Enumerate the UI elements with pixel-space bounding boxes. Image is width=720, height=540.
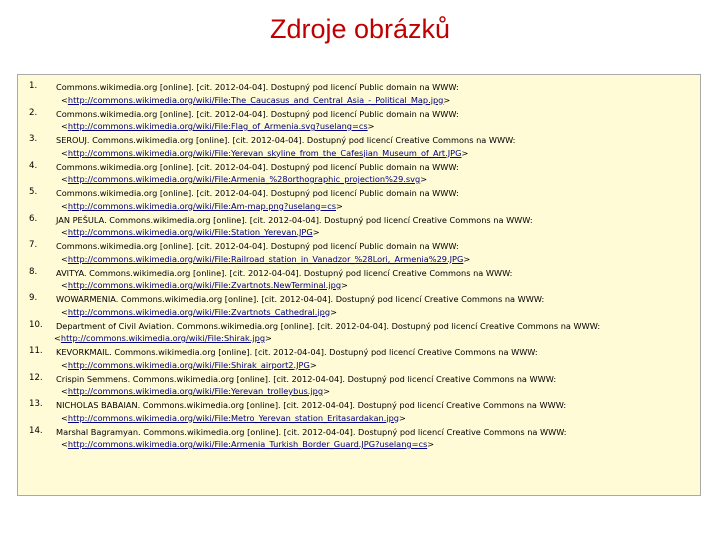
reference-text: AVITYA. Commons.wikimedia.org [online]. … — [56, 267, 513, 278]
reference-link[interactable]: http://commons.wikimedia.org/wiki/File:M… — [68, 413, 399, 423]
reference-item: 6. JAN PEŠULA. Commons.wikimedia.org [onl… — [18, 214, 700, 241]
reference-link-line: <http://commons.wikimedia.org/wiki/File:… — [61, 439, 435, 449]
reference-item: 5. Commons.wikimedia.org [online]. [cit. … — [18, 187, 700, 214]
reference-link-line: <http://commons.wikimedia.org/wiki/File:… — [61, 200, 343, 211]
page-title: Zdroje obrázků — [269, 14, 451, 44]
reference-link[interactable]: http://commons.wikimedia.org/wiki/File:S… — [68, 360, 310, 370]
reference-item: 3. SEROUJ. Commons.wikimedia.org [online]… — [18, 134, 700, 161]
reference-link-line: <http://commons.wikimedia.org/wiki/File:… — [61, 227, 320, 237]
reference-link[interactable]: http://commons.wikimedia.org/wiki/File:A… — [68, 439, 427, 449]
reference-link-line: <http://commons.wikimedia.org/wiki/File:… — [61, 94, 451, 105]
reference-number: 12. — [29, 372, 43, 383]
reference-item: 10. Department of Civil Aviation. Commons… — [18, 320, 700, 347]
reference-item: 7. Commons.wikimedia.org [online]. [cit. … — [18, 240, 700, 267]
reference-text: SEROUJ. Commons.wikimedia.org [online]. … — [56, 135, 516, 145]
reference-number: 6. — [29, 213, 38, 224]
reference-text: Marshal Bagramyan. Commons.wikimedia.org… — [56, 426, 567, 437]
reference-item: 9. WOWARMENIA. Commons.wikimedia.org [onl… — [18, 293, 700, 320]
reference-link[interactable]: http://commons.wikimedia.org/wiki/File:T… — [68, 95, 444, 105]
reference-link[interactable]: http://commons.wikimedia.org/wiki/File:A… — [68, 201, 336, 211]
reference-link-line: <http://commons.wikimedia.org/wiki/File:… — [61, 306, 337, 317]
reference-link[interactable]: http://commons.wikimedia.org/wiki/File:Y… — [68, 148, 462, 158]
reference-link-line: <http://commons.wikimedia.org/wiki/File:… — [61, 280, 348, 290]
reference-item: 1. Commons.wikimedia.org [online]. [cit. … — [18, 81, 700, 108]
reference-text: Commons.wikimedia.org [online]. [cit. 20… — [56, 82, 459, 92]
reference-text: NICHOLAS BABAIAN. Commons.wikimedia.org … — [56, 400, 567, 410]
reference-number: 5. — [29, 187, 38, 197]
reference-link[interactable]: http://commons.wikimedia.org/wiki/File:Y… — [68, 386, 323, 396]
references-box: 1. Commons.wikimedia.org [online]. [cit. … — [17, 74, 701, 496]
reference-link-line: <http://commons.wikimedia.org/wiki/File:… — [61, 359, 317, 370]
reference-gap — [18, 451, 700, 453]
reference-number: 11. — [29, 346, 43, 356]
reference-number: 8. — [29, 266, 38, 277]
reference-number: 7. — [29, 240, 38, 250]
reference-link-line: <http://commons.wikimedia.org/wiki/File:… — [54, 333, 272, 343]
reference-text: Commons.wikimedia.org [online]. [cit. 20… — [56, 188, 459, 198]
reference-item: 14. Marshal Bagramyan. Commons.wikimedia.… — [18, 426, 700, 453]
reference-link[interactable]: http://commons.wikimedia.org/wiki/File:S… — [61, 333, 265, 343]
reference-link[interactable]: http://commons.wikimedia.org/wiki/File:R… — [68, 254, 463, 264]
reference-link-line: <http://commons.wikimedia.org/wiki/File:… — [61, 174, 428, 184]
reference-link[interactable]: http://commons.wikimedia.org/wiki/File:F… — [68, 121, 368, 131]
reference-text: Commons.wikimedia.org [online]. [cit. 20… — [56, 241, 459, 251]
reference-text: Department of Civil Aviation. Commons.wi… — [56, 320, 601, 331]
reference-item: 2. Commons.wikimedia.org [online]. [cit. … — [18, 108, 700, 135]
reference-link-line: <http://commons.wikimedia.org/wiki/File:… — [61, 121, 375, 131]
reference-item: 8. AVITYA. Commons.wikimedia.org [online]… — [18, 267, 700, 294]
reference-text: KEVORKMAIL. Commons.wikimedia.org [onlin… — [56, 347, 538, 357]
reference-number: 14. — [29, 425, 43, 436]
reference-link-line: <http://commons.wikimedia.org/wiki/File:… — [61, 147, 469, 158]
reference-text: Commons.wikimedia.org [online]. [cit. 20… — [56, 161, 459, 172]
reference-text: WOWARMENIA. Commons.wikimedia.org [onlin… — [56, 294, 545, 304]
reference-text: Commons.wikimedia.org [online]. [cit. 20… — [56, 108, 459, 119]
references-list: 1. Commons.wikimedia.org [online]. [cit. … — [18, 81, 700, 452]
reference-link[interactable]: http://commons.wikimedia.org/wiki/File:Z… — [68, 280, 341, 290]
reference-link[interactable]: http://commons.wikimedia.org/wiki/File:A… — [68, 174, 420, 184]
reference-link-line: <http://commons.wikimedia.org/wiki/File:… — [61, 253, 471, 264]
reference-number: 2. — [29, 107, 38, 118]
reference-item: 4. Commons.wikimedia.org [online]. [cit. … — [18, 161, 700, 188]
reference-item: 12. Crispin Semmens. Commons.wikimedia.or… — [18, 373, 700, 400]
reference-item: 13. NICHOLAS BABAIAN. Commons.wikimedia.o… — [18, 399, 700, 426]
reference-link-line: <http://commons.wikimedia.org/wiki/File:… — [61, 386, 330, 396]
reference-text: JAN PEŠULA. Commons.wikimedia.org [onlin… — [56, 214, 533, 225]
reference-text: Crispin Semmens. Commons.wikimedia.org [… — [56, 373, 557, 384]
reference-number: 1. — [29, 81, 38, 91]
reference-link[interactable]: http://commons.wikimedia.org/wiki/File:S… — [68, 227, 313, 237]
reference-number: 10. — [29, 319, 43, 330]
reference-item: 11. KEVORKMAIL. Commons.wikimedia.org [on… — [18, 346, 700, 373]
reference-number: 4. — [29, 160, 38, 171]
reference-link-line: <http://commons.wikimedia.org/wiki/File:… — [61, 412, 406, 423]
reference-link[interactable]: http://commons.wikimedia.org/wiki/File:Z… — [68, 307, 330, 317]
reference-number: 13. — [29, 399, 43, 409]
reference-number: 9. — [29, 293, 38, 303]
reference-number: 3. — [29, 134, 38, 144]
